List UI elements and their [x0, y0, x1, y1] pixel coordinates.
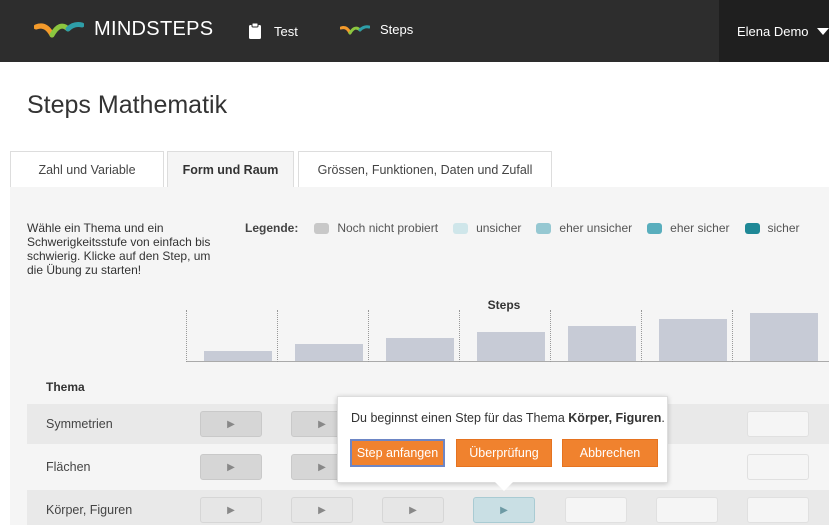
step-level-bar: [295, 344, 363, 361]
legend-item: eher unsicher: [536, 221, 632, 235]
step-cell[interactable]: [747, 411, 809, 437]
step-level-bar: [477, 332, 545, 361]
page-title: Steps Mathematik: [27, 91, 228, 119]
nav-steps-label: Steps: [380, 22, 414, 37]
chart-separator: [732, 310, 733, 362]
legend-swatch: [453, 222, 469, 234]
legend-swatch: [536, 222, 552, 234]
chart-separator: [641, 310, 642, 362]
step-cell-selected[interactable]: ▶: [473, 497, 535, 523]
step-level-bar: [659, 319, 727, 361]
row-label: Körper, Figuren: [46, 503, 133, 517]
legend-item-label: sicher: [767, 221, 800, 235]
thema-header: Thema: [46, 380, 85, 394]
chart-separator: [459, 310, 460, 362]
legend: Legende: Noch nicht probiert unsicher eh…: [245, 221, 815, 235]
legend-swatch: [314, 222, 330, 234]
step-cell[interactable]: ▶: [382, 497, 444, 523]
step-cell[interactable]: ▶: [200, 411, 262, 437]
step-level-bar: [568, 326, 636, 361]
mindsteps-logo[interactable]: MINDSTEPS: [34, 18, 213, 41]
step-cell[interactable]: [565, 497, 627, 523]
legend-item: eher sicher: [647, 221, 730, 235]
table-row-koerper-figuren: Körper, Figuren ▶ ▶ ▶ ▶: [27, 490, 829, 525]
chart-separator: [550, 310, 551, 362]
nav-test[interactable]: Test: [248, 22, 298, 40]
step-level-bar: [386, 338, 454, 361]
legend-item: sicher: [744, 221, 800, 235]
user-menu[interactable]: Elena Demo: [719, 0, 829, 62]
legend-item-label: Noch nicht probiert: [337, 221, 439, 235]
popover-message: Du beginnst einen Step für das Thema Kör…: [351, 411, 665, 425]
legend-label: Legende:: [245, 221, 299, 235]
legend-item-label: eher sicher: [670, 221, 730, 235]
step-cell[interactable]: [747, 497, 809, 523]
logo-text: MINDSTEPS: [94, 18, 214, 40]
legend-item-label: unsicher: [476, 221, 522, 235]
steps-icon: [340, 24, 370, 34]
step-cell[interactable]: ▶: [200, 454, 262, 480]
popover-message-suffix: .: [661, 411, 665, 425]
step-level-bar: [204, 351, 272, 361]
ueberpruefung-button[interactable]: Überprüfung: [456, 439, 552, 467]
step-cell[interactable]: [656, 497, 718, 523]
nav-steps[interactable]: Steps: [340, 22, 413, 37]
clipboard-icon: [249, 22, 261, 39]
step-cell[interactable]: ▶: [200, 497, 262, 523]
legend-item: unsicher: [453, 221, 521, 235]
legend-item-label: eher unsicher: [559, 221, 633, 235]
popover-topic: Körper, Figuren: [568, 411, 662, 425]
row-label: Symmetrien: [46, 417, 113, 431]
abbrechen-button[interactable]: Abbrechen: [562, 439, 658, 467]
row-label: Flächen: [46, 460, 91, 474]
intro-text: Wähle ein Thema und ein Schwerigkeitsstu…: [27, 221, 211, 277]
step-cell[interactable]: [747, 454, 809, 480]
step-cell[interactable]: ▶: [291, 497, 353, 523]
start-step-popover: Du beginnst einen Step für das Thema Kör…: [337, 396, 668, 483]
step-anfangen-button[interactable]: Step anfangen: [350, 439, 445, 467]
chart-separator: [186, 310, 187, 362]
legend-swatch: [744, 222, 760, 234]
top-navigation-bar: MINDSTEPS Test Steps Elena Demo: [0, 0, 829, 62]
legend-swatch: [647, 222, 663, 234]
nav-test-label: Test: [274, 23, 298, 39]
legend-item: Noch nicht probiert: [314, 221, 438, 235]
tab-form-und-raum[interactable]: Form und Raum: [167, 151, 294, 188]
mindsteps-logo-icon: [34, 21, 84, 37]
step-level-bar: [750, 313, 818, 361]
steps-difficulty-chart: [186, 310, 829, 362]
chart-separator: [368, 310, 369, 362]
popover-arrow: [495, 482, 513, 491]
tab-zahl-und-variable[interactable]: Zahl und Variable: [10, 151, 164, 188]
caret-down-icon: [816, 27, 829, 35]
popover-message-prefix: Du beginnst einen Step für das Thema: [351, 411, 569, 425]
user-name: Elena Demo: [737, 23, 809, 39]
chart-separator: [277, 310, 278, 362]
tab-groessen-funktionen[interactable]: Grössen, Funktionen, Daten und Zufall: [298, 151, 552, 188]
